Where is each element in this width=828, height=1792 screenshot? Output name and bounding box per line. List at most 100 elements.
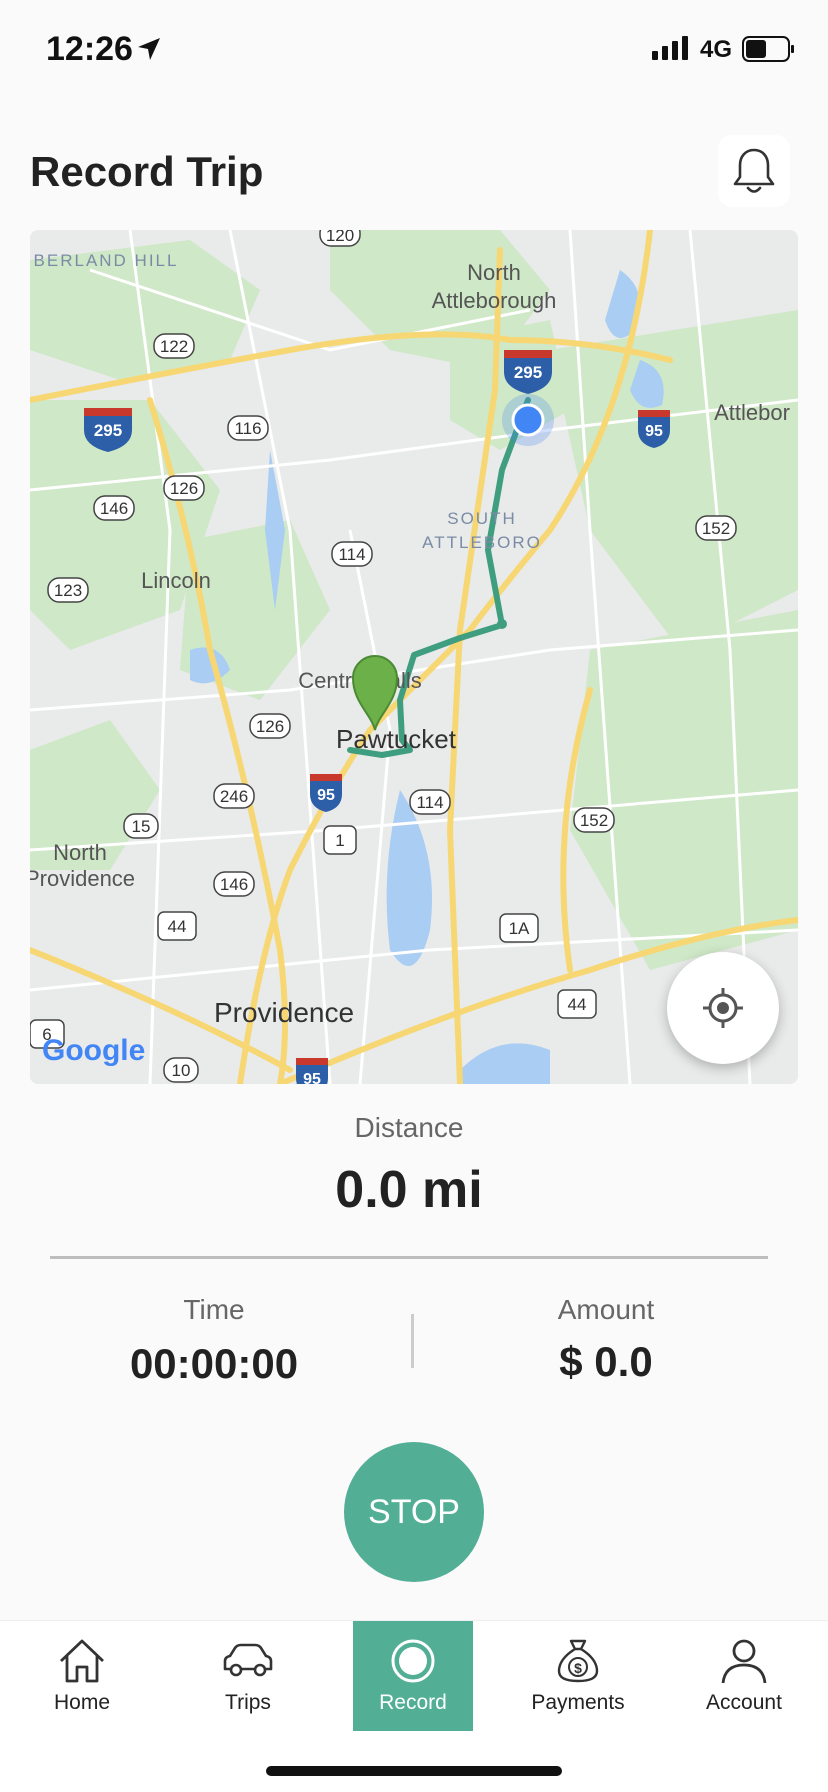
current-location-icon <box>502 394 554 446</box>
route-label: 114 <box>416 793 443 812</box>
bell-icon <box>733 148 775 193</box>
route-label: 295 <box>94 421 122 440</box>
route-badge: 123 <box>47 577 89 603</box>
tab-label: Trips <box>225 1691 271 1714</box>
status-time: 12:26 <box>46 30 133 68</box>
route-label: 146 <box>220 875 248 894</box>
interstate-shield: 95 <box>638 410 670 448</box>
route-badge: 152 <box>695 515 737 541</box>
amount-label: Amount <box>557 1294 655 1325</box>
divider <box>50 1256 768 1259</box>
distance-label: Distance <box>354 1112 464 1143</box>
tab-label: Record <box>379 1691 447 1714</box>
route-label: 116 <box>234 419 261 438</box>
route-label: 152 <box>580 811 608 830</box>
record-icon <box>391 1639 435 1683</box>
route-badge: 1 <box>323 825 357 855</box>
place-label: SOUTH <box>447 509 517 528</box>
route-badge: 114 <box>409 789 451 815</box>
amount-value: $ 0.0 <box>559 1338 653 1385</box>
route-badge: 246 <box>213 783 255 809</box>
place-label: BERLAND HILL <box>34 251 179 270</box>
place-label: Providence <box>214 997 354 1028</box>
route-badge: 116 <box>227 415 269 441</box>
place-label: ATTLEBORO <box>422 533 542 552</box>
time-label: Time <box>183 1294 245 1325</box>
tab-record[interactable]: Record <box>353 1621 473 1731</box>
interstate-shield: 95 <box>310 774 342 812</box>
distance-value: 0.0 mi <box>335 1161 483 1219</box>
signal-icon <box>652 36 688 60</box>
route-badge: 126 <box>249 713 291 739</box>
home-icon <box>60 1639 104 1683</box>
water-body <box>460 1043 550 1084</box>
route-badge: 152 <box>573 807 615 833</box>
divider-vertical <box>411 1314 414 1368</box>
route-label: 126 <box>170 479 198 498</box>
route-badge: 15 <box>123 813 159 839</box>
route-label: 246 <box>220 787 248 806</box>
route-label: 152 <box>702 519 730 538</box>
route-badge: 126 <box>163 475 205 501</box>
water-body <box>386 790 432 966</box>
place-label: Lincoln <box>141 568 211 593</box>
interstate-shield: 95 <box>296 1058 328 1084</box>
svg-text:$: $ <box>574 1660 582 1676</box>
time-value: 00:00:00 <box>129 1340 299 1387</box>
route-label: 95 <box>317 787 335 804</box>
battery-icon <box>742 36 794 62</box>
map-canvas: 295 295 95 95 95 120 122 116 126 146 123… <box>30 230 798 1084</box>
route-badge: 44 <box>157 911 197 941</box>
route-badge: 146 <box>93 495 135 521</box>
start-pin-icon <box>351 655 399 731</box>
network-type: 4G <box>700 36 733 63</box>
route-badge: 114 <box>331 541 373 567</box>
route-label: 15 <box>132 817 151 836</box>
place-label: Attleborough <box>432 288 557 313</box>
car-icon <box>223 1643 273 1677</box>
route-badge: 1A <box>499 913 539 943</box>
place-label: Attlebor <box>714 400 790 425</box>
route-badge: 120 <box>319 230 361 247</box>
tab-label: Payments <box>531 1691 625 1714</box>
page-title: Record Trip <box>30 148 264 195</box>
route-label: 10 <box>172 1061 191 1080</box>
route-label: 114 <box>338 545 365 564</box>
route-label: 44 <box>168 917 187 936</box>
route-badge: 146 <box>213 871 255 897</box>
route-badge: 44 <box>557 989 597 1019</box>
crosshair-icon <box>703 988 743 1028</box>
place-label: Providence <box>30 866 135 891</box>
route-label: 95 <box>303 1071 321 1084</box>
tab-label: Home <box>53 1691 111 1714</box>
notifications-button[interactable] <box>718 135 790 207</box>
park-area <box>570 610 798 970</box>
route-label: 126 <box>256 717 284 736</box>
map-brand-logo: Google <box>42 1034 145 1067</box>
tab-trips[interactable]: Trips <box>188 1621 308 1731</box>
stop-button[interactable]: STOP <box>344 1442 484 1582</box>
tab-payments[interactable]: $ Payments <box>518 1621 638 1731</box>
money-bag-icon: $ <box>557 1639 599 1683</box>
person-icon <box>721 1639 767 1684</box>
trip-map[interactable]: 295 295 95 95 95 120 122 116 126 146 123… <box>30 230 798 1084</box>
recenter-button[interactable] <box>667 952 779 1064</box>
route-label: 95 <box>645 423 663 440</box>
tab-home[interactable]: Home <box>22 1621 142 1731</box>
header: Record Trip <box>0 130 828 220</box>
route-label: 1A <box>509 919 530 938</box>
route-label: 1 <box>335 831 344 850</box>
route-label: 123 <box>54 581 82 600</box>
route-label: 122 <box>160 337 188 356</box>
location-arrow-icon <box>138 38 160 60</box>
route-badge: 10 <box>163 1057 199 1083</box>
route-waypoint <box>497 619 507 629</box>
tab-account[interactable]: Account <box>684 1621 804 1731</box>
route-label: 120 <box>326 230 354 245</box>
home-indicator <box>266 1766 562 1776</box>
route-label: 44 <box>568 995 587 1014</box>
place-label: North <box>53 840 107 865</box>
status-bar: 12:26 4G <box>0 0 828 100</box>
tab-label: Account <box>706 1691 782 1714</box>
route-label: 295 <box>514 363 542 382</box>
